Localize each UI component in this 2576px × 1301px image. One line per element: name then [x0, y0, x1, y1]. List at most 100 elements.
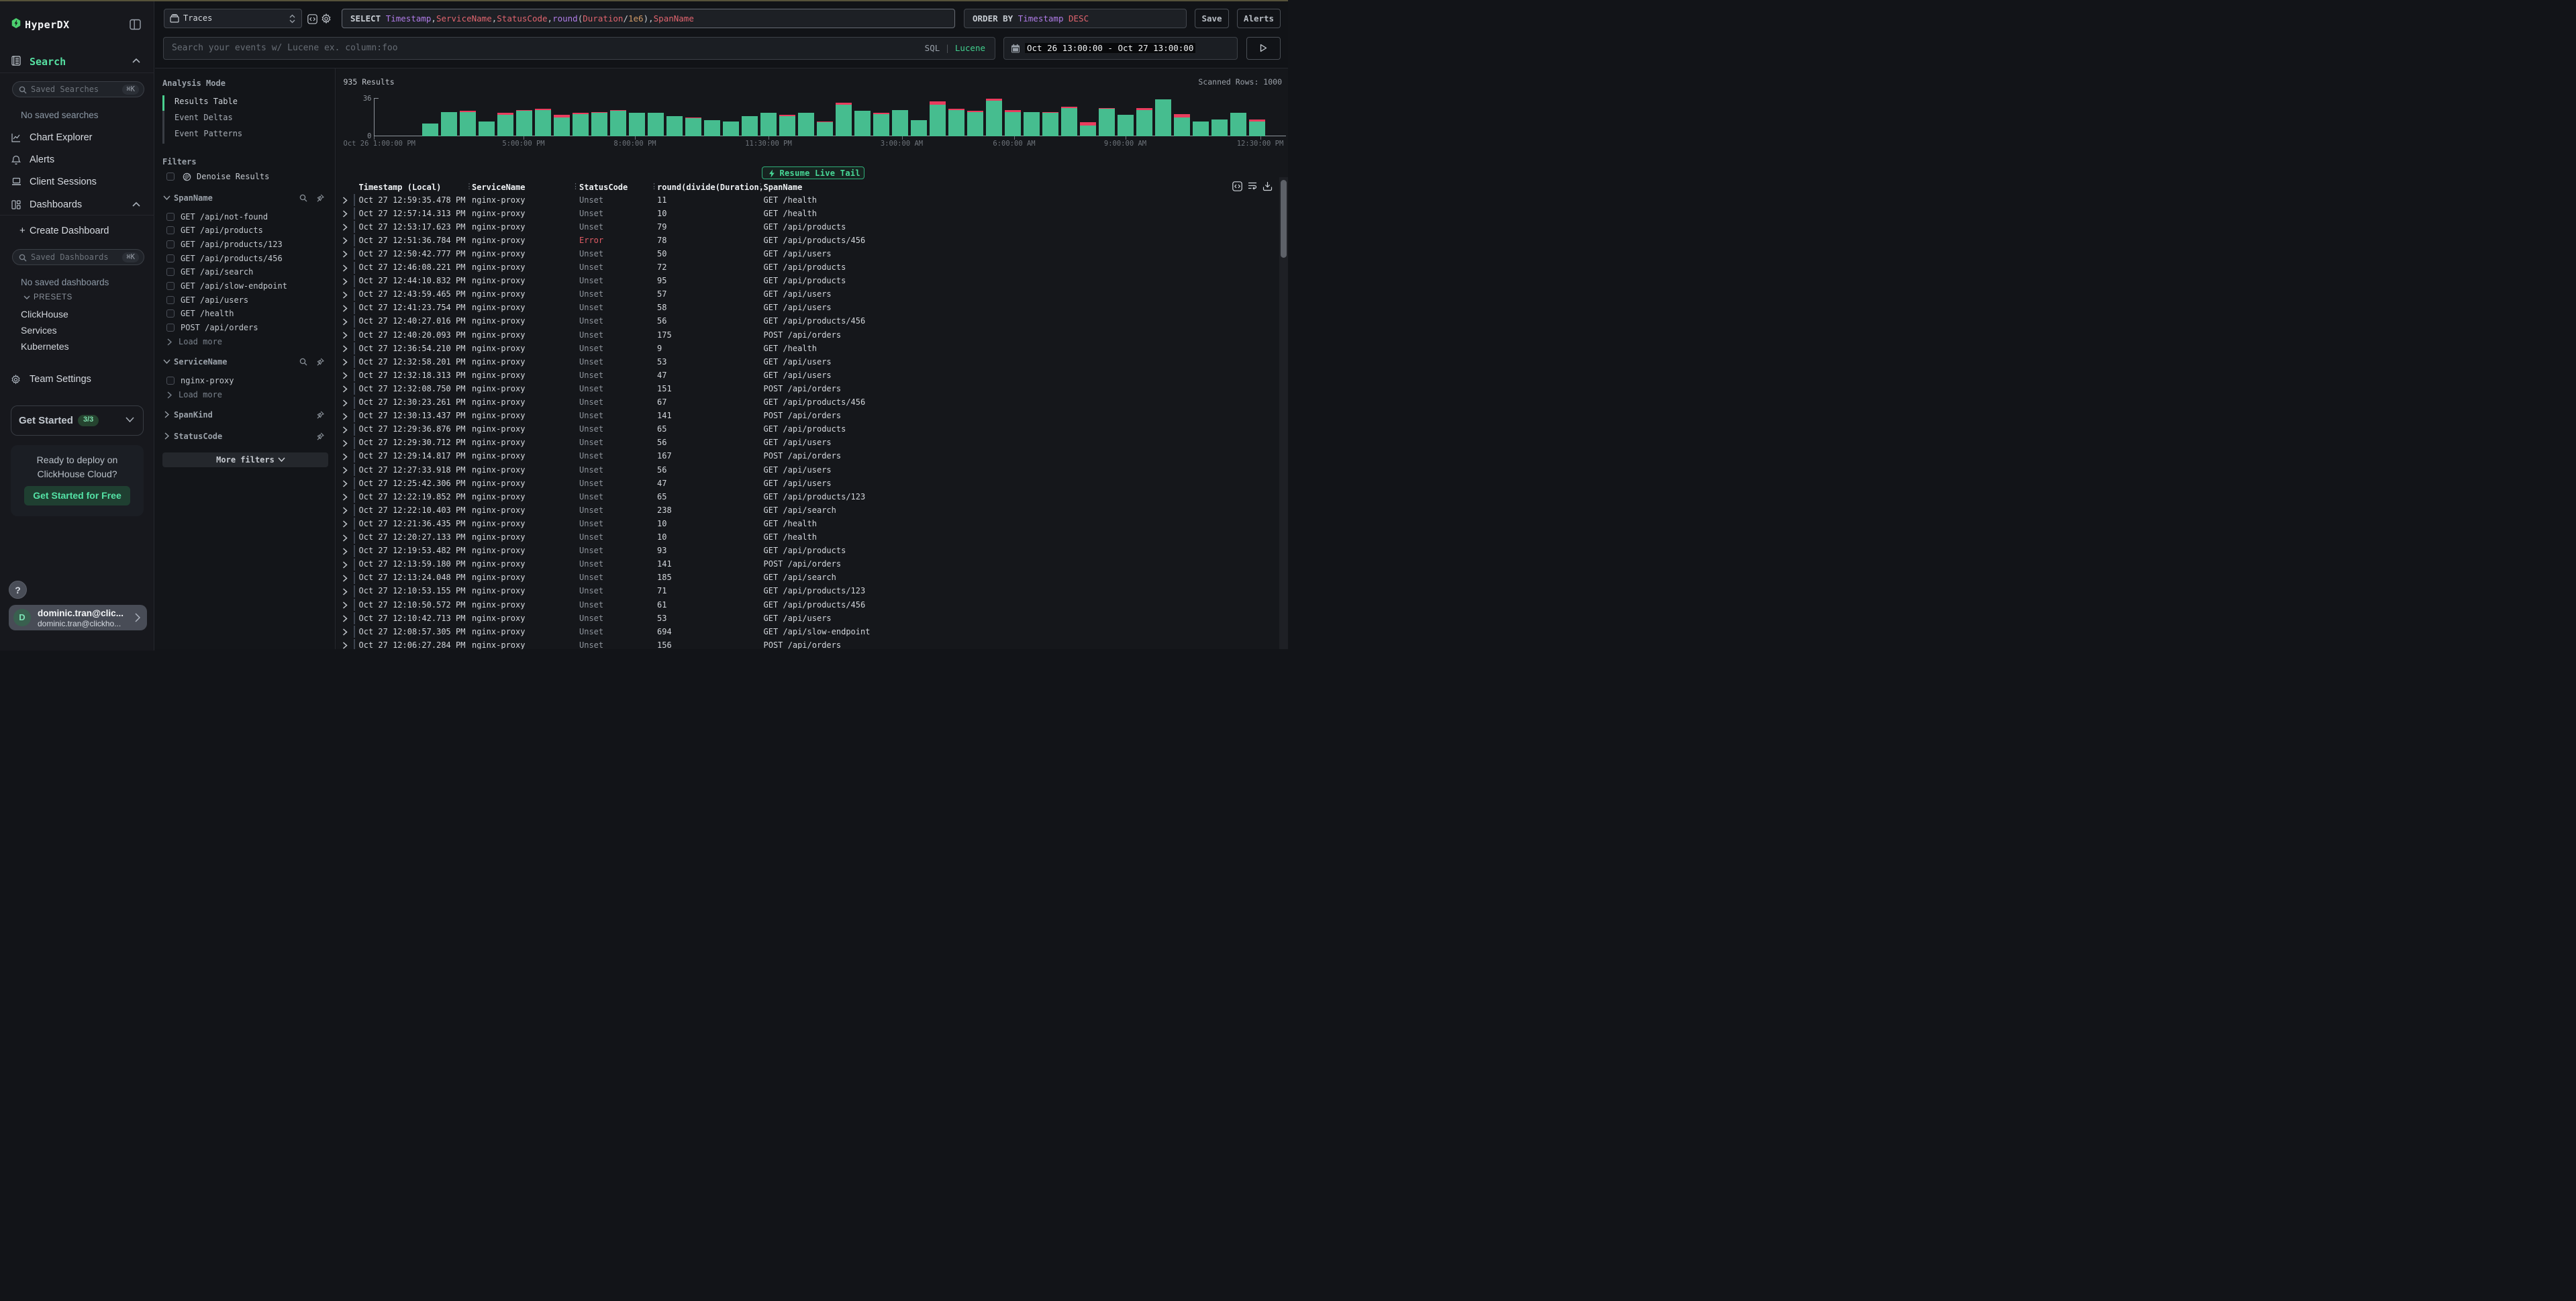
filter-value-checkbox[interactable]: nginx-proxy — [166, 376, 328, 387]
table-scrollbar[interactable] — [1279, 177, 1289, 649]
expand-row-chevron-icon[interactable] — [342, 372, 348, 379]
analysis-mode-results-table[interactable]: Results Table — [175, 97, 309, 106]
histogram-bar[interactable] — [573, 113, 589, 136]
search-icon[interactable] — [299, 194, 307, 202]
expand-row-chevron-icon[interactable] — [342, 345, 348, 352]
filter-value-checkbox[interactable]: GET /api/products/456 — [166, 254, 328, 265]
scrollbar-thumb[interactable] — [1281, 180, 1287, 258]
table-row[interactable]: Oct 27 12:29:30.712 PMnginx-proxyUnset56… — [336, 436, 1289, 450]
column-resize-handle[interactable]: ⋮ — [466, 182, 473, 191]
table-row[interactable]: Oct 27 12:51:36.784 PMnginx-proxyError78… — [336, 234, 1289, 247]
filter-value-checkbox[interactable]: GET /api/products — [166, 226, 328, 237]
histogram-bar[interactable] — [854, 111, 871, 136]
expand-row-chevron-icon[interactable] — [342, 332, 348, 339]
table-row[interactable]: Oct 27 12:40:20.093 PMnginx-proxyUnset17… — [336, 328, 1289, 342]
expand-row-chevron-icon[interactable] — [342, 561, 348, 569]
run-query-button[interactable] — [1246, 37, 1281, 60]
histogram-bar[interactable] — [723, 122, 739, 136]
language-toggle-lucene[interactable]: Lucene — [955, 43, 985, 53]
chevron-up-icon[interactable] — [132, 58, 140, 63]
histogram-bar[interactable] — [460, 111, 476, 136]
load-more-button[interactable]: Load more — [167, 390, 268, 400]
histogram-bar[interactable] — [1080, 122, 1096, 136]
order-by-input[interactable]: ORDER BY Timestamp DESC — [964, 9, 1187, 28]
histogram-bar[interactable] — [704, 120, 720, 136]
table-row[interactable]: Oct 27 12:43:59.465 PMnginx-proxyUnset57… — [336, 288, 1289, 301]
expand-row-chevron-icon[interactable] — [342, 358, 348, 366]
expand-row-chevron-icon[interactable] — [342, 291, 348, 299]
expand-row-chevron-icon[interactable] — [342, 224, 348, 231]
column-header-statuscode[interactable]: StatusCode — [579, 183, 628, 192]
alerts-button[interactable]: Alerts — [1237, 9, 1281, 28]
table-row[interactable]: Oct 27 12:10:53.155 PMnginx-proxyUnset71… — [336, 585, 1289, 598]
filter-value-checkbox[interactable]: GET /api/not-found — [166, 212, 328, 224]
histogram-bar[interactable] — [554, 115, 570, 136]
histogram-bar[interactable] — [1005, 110, 1021, 136]
histogram-bar[interactable] — [1230, 113, 1246, 136]
histogram-bar[interactable] — [967, 111, 983, 136]
column-header-spanname[interactable]: SpanName — [764, 183, 803, 192]
expand-row-chevron-icon[interactable] — [342, 305, 348, 312]
histogram-bar[interactable] — [535, 109, 551, 136]
expand-row-chevron-icon[interactable] — [342, 575, 348, 582]
column-header-servicename[interactable]: ServiceName — [472, 183, 525, 192]
histogram-bar[interactable] — [1249, 119, 1265, 136]
more-filters-button[interactable]: More filters — [162, 452, 328, 467]
column-header-duration[interactable]: round(divide(Duration, — [657, 183, 764, 192]
histogram-bar[interactable] — [873, 113, 889, 136]
histogram-bar[interactable] — [1042, 112, 1058, 136]
table-sql-icon-button[interactable] — [1232, 181, 1242, 191]
expand-row-chevron-icon[interactable] — [342, 250, 348, 258]
histogram-bar[interactable] — [798, 113, 814, 136]
filter-group-servicename[interactable]: ServiceName — [162, 357, 328, 368]
filter-value-checkbox[interactable]: GET /api/products/123 — [166, 240, 328, 251]
table-row[interactable]: Oct 27 12:21:36.435 PMnginx-proxyUnset10… — [336, 517, 1289, 530]
filter-group-spankind[interactable]: SpanKind — [162, 410, 328, 421]
histogram-bar[interactable] — [1024, 112, 1040, 136]
expand-row-chevron-icon[interactable] — [342, 520, 348, 528]
denoise-results-checkbox[interactable]: Denoise Results — [166, 172, 328, 183]
table-row[interactable]: Oct 27 12:20:27.133 PMnginx-proxyUnset10… — [336, 531, 1289, 544]
column-resize-handle[interactable]: ⋮ — [650, 182, 658, 191]
create-dashboard-button[interactable]: + Create Dashboard — [0, 225, 154, 241]
histogram-bar[interactable] — [742, 116, 758, 136]
table-row[interactable]: Oct 27 12:30:23.261 PMnginx-proxyUnset67… — [336, 396, 1289, 409]
sidebar-item-search[interactable]: Search — [0, 55, 154, 70]
presets-toggle[interactable]: PRESETS — [0, 293, 154, 305]
expand-row-chevron-icon[interactable] — [342, 601, 348, 609]
expand-row-chevron-icon[interactable] — [342, 548, 348, 555]
histogram-bar[interactable] — [648, 113, 664, 136]
histogram-bar[interactable] — [1136, 108, 1152, 136]
table-row[interactable]: Oct 27 12:50:42.777 PMnginx-proxyUnset50… — [336, 247, 1289, 260]
histogram-bar[interactable] — [685, 117, 701, 136]
sidebar-item-alerts[interactable]: Alerts — [0, 155, 154, 173]
sidebar-item-team-settings[interactable]: Team Settings — [0, 374, 154, 389]
column-header-timestamp-local-[interactable]: Timestamp (Local) — [359, 183, 442, 192]
table-row[interactable]: Oct 27 12:06:27.284 PMnginx-proxyUnset15… — [336, 638, 1289, 649]
table-row[interactable]: Oct 27 12:32:18.313 PMnginx-proxyUnset47… — [336, 369, 1289, 382]
analysis-mode-event-deltas[interactable]: Event Deltas — [175, 113, 309, 122]
table-row[interactable]: Oct 27 12:13:24.048 PMnginx-proxyUnset18… — [336, 571, 1289, 585]
table-row[interactable]: Oct 27 12:40:27.016 PMnginx-proxyUnset56… — [336, 315, 1289, 328]
sidebar-collapse-icon[interactable] — [130, 19, 141, 30]
table-row[interactable]: Oct 27 12:10:42.713 PMnginx-proxyUnset53… — [336, 612, 1289, 625]
table-row[interactable]: Oct 27 12:08:57.305 PMnginx-proxyUnset69… — [336, 625, 1289, 638]
filter-value-checkbox[interactable]: GET /api/slow-endpoint — [166, 281, 328, 293]
table-row[interactable]: Oct 27 12:59:35.478 PMnginx-proxyUnset11… — [336, 193, 1289, 207]
search-icon[interactable] — [299, 358, 307, 366]
filter-group-spanname[interactable]: SpanName — [162, 193, 328, 204]
table-row[interactable]: Oct 27 12:27:33.918 PMnginx-proxyUnset56… — [336, 463, 1289, 477]
table-row[interactable]: Oct 27 12:44:10.832 PMnginx-proxyUnset95… — [336, 275, 1289, 288]
histogram-bar[interactable] — [892, 110, 908, 136]
expand-row-chevron-icon[interactable] — [342, 426, 348, 434]
expand-row-chevron-icon[interactable] — [342, 453, 348, 461]
resume-live-tail-button[interactable]: Resume Live Tail — [762, 166, 864, 179]
table-row[interactable]: Oct 27 12:30:13.437 PMnginx-proxyUnset14… — [336, 409, 1289, 423]
table-row[interactable]: Oct 27 12:36:54.210 PMnginx-proxyUnset9G… — [336, 342, 1289, 355]
histogram-bar[interactable] — [930, 101, 946, 136]
histogram-bar[interactable] — [422, 124, 438, 136]
filter-value-checkbox[interactable]: GET /api/users — [166, 295, 328, 307]
expand-row-chevron-icon[interactable] — [342, 278, 348, 285]
saved-dashboards-input[interactable]: Saved Dashboards ⌘K — [12, 249, 144, 265]
event-search-input[interactable]: Search your events w/ Lucene ex. column:… — [163, 37, 995, 60]
